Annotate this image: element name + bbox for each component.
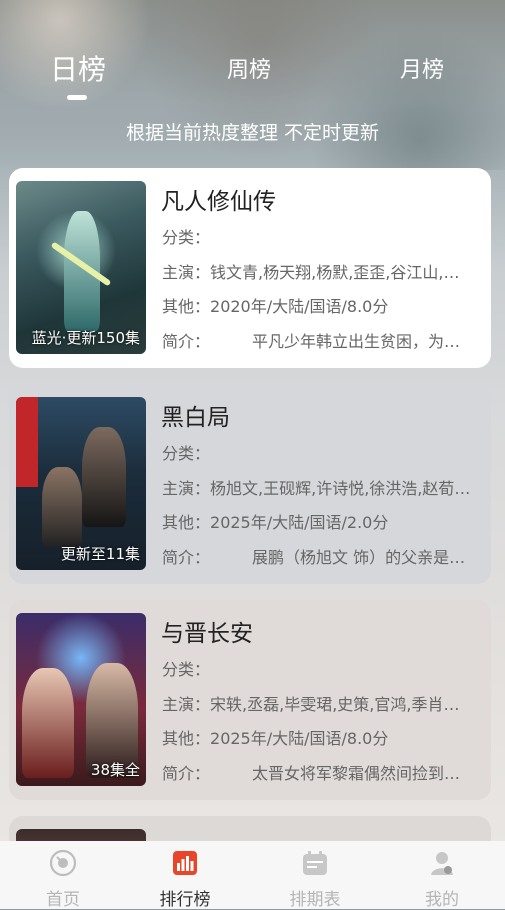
item-other: 其他：2020年/大陆/国语/8.0分	[162, 297, 389, 316]
list-item[interactable]: 更新至11集 黑白局 分类： 主演：杨旭文,王砚辉,许诗悦,徐洪浩,赵荀… 其他…	[9, 384, 491, 584]
item-title: 凡人修仙传	[161, 189, 276, 215]
profile-icon	[431, 852, 453, 875]
tabbar-label: 我的	[425, 890, 459, 910]
item-cast: 主演：钱文青,杨天翔,杨默,歪歪,谷江山,…	[162, 263, 460, 282]
ranking-icon	[173, 851, 197, 875]
tab-indicator	[67, 95, 87, 100]
item-category: 分类：	[162, 660, 211, 679]
item-intro: 简介： 展鹏（杨旭文 饰）的父亲是…	[162, 548, 466, 567]
item-intro: 简介： 太晋女将军黎霜偶然间捡到…	[162, 764, 461, 783]
episode-badge: 38集全	[90, 761, 140, 779]
item-other: 其他：2025年/大陆/国语/8.0分	[162, 729, 389, 748]
tabbar-profile[interactable]: 我的	[379, 841, 505, 910]
item-intro: 简介： 平凡少年韩立出生贫困，为…	[162, 332, 461, 351]
tab-weekly[interactable]: 周榜	[227, 52, 271, 84]
tabbar-home[interactable]: 首页	[0, 841, 126, 910]
bottom-tab-bar: 首页 排行榜 排期表 我的	[0, 841, 505, 910]
tab-monthly[interactable]: 月榜	[400, 52, 444, 84]
calendar-icon	[303, 851, 327, 875]
poster-image: 更新至11集	[16, 397, 146, 570]
list-item[interactable]: 蓝光·更新150集 凡人修仙传 分类： 主演：钱文青,杨天翔,杨默,歪歪,谷江山…	[9, 168, 491, 368]
item-title: 与晋长安	[161, 621, 253, 647]
home-icon	[49, 849, 77, 877]
tabbar-label: 排行榜	[159, 890, 211, 910]
episode-badge: 更新至11集	[60, 545, 140, 563]
list-item[interactable]: 38集全 与晋长安 分类： 主演：宋轶,丞磊,毕雯珺,史策,官鸿,季肖… 其他：…	[9, 600, 491, 800]
tabbar-schedule[interactable]: 排期表	[252, 841, 378, 910]
item-category: 分类：	[162, 228, 211, 247]
item-cast: 主演：杨旭文,王砚辉,许诗悦,徐洪浩,赵荀…	[162, 479, 471, 498]
item-title: 黑白局	[161, 405, 230, 431]
item-cast: 主演：宋轶,丞磊,毕雯珺,史策,官鸿,季肖…	[162, 695, 460, 714]
item-other: 其他：2025年/大陆/国语/2.0分	[162, 513, 389, 532]
tabbar-ranking[interactable]: 排行榜	[122, 841, 248, 910]
episode-badge: 蓝光·更新150集	[31, 329, 140, 347]
tab-daily[interactable]: 日榜	[50, 48, 106, 88]
tabbar-label: 首页	[46, 890, 80, 910]
poster-image: 蓝光·更新150集	[16, 181, 146, 354]
ranking-subtitle: 根据当前热度整理 不定时更新	[125, 122, 380, 144]
poster-image: 38集全	[16, 613, 146, 786]
item-category: 分类：	[162, 444, 211, 463]
tabbar-label: 排期表	[289, 890, 341, 910]
